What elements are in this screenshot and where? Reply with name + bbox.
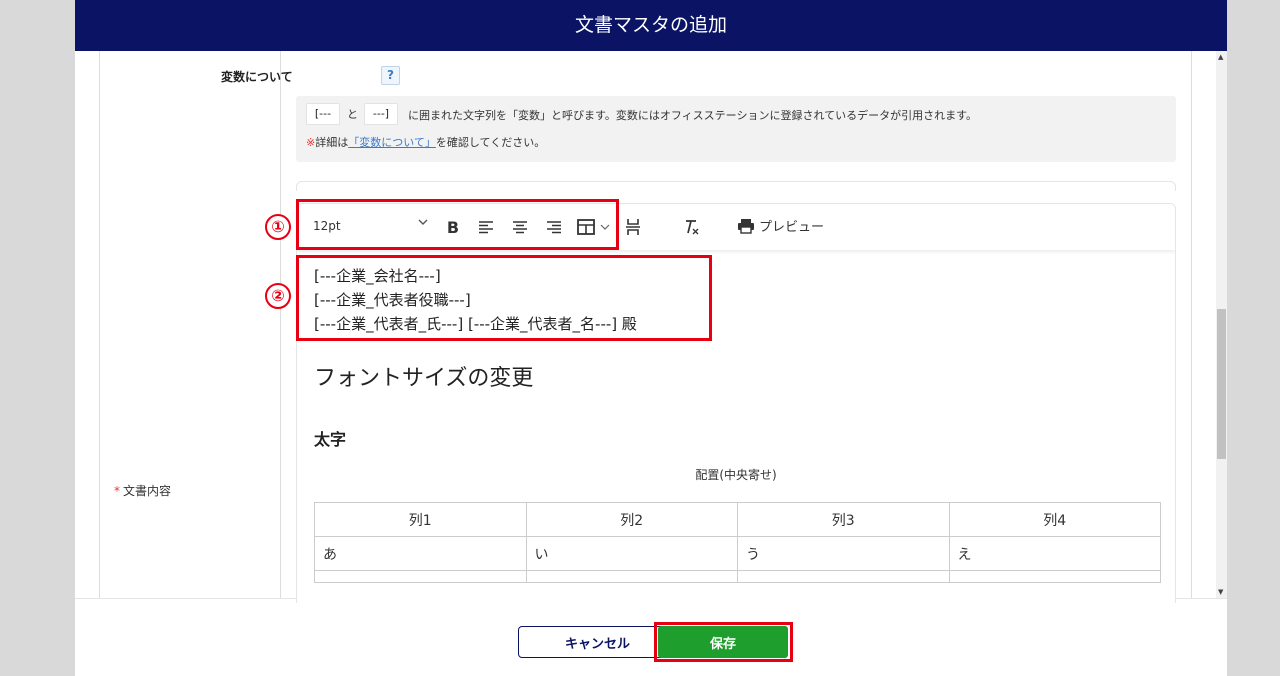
scroll-down-icon[interactable]: ▼ xyxy=(1218,588,1223,596)
page-break-icon[interactable] xyxy=(621,215,645,239)
help-icon[interactable]: ? xyxy=(381,66,400,85)
variables-description: に囲まれた文字列を「変数」と呼びます。変数にはオフィスステーションに登録されてい… xyxy=(408,109,978,122)
centered-text[interactable]: 配置(中央寄せ) xyxy=(297,466,1175,483)
annotation-box-toolbar xyxy=(296,199,619,250)
variables-info-box: [--- と ---] に囲まれた文字列を「変数」と呼びます。変数にはオフィスス… xyxy=(296,96,1176,162)
variables-title: 変数について xyxy=(221,70,293,84)
editor-table[interactable]: 列1 列2 列3 列4 あ い う え xyxy=(314,502,1161,583)
clear-format-icon[interactable] xyxy=(679,215,703,239)
table-cell[interactable]: あ xyxy=(314,536,527,571)
table-header-row: 列1 列2 列3 列4 xyxy=(314,502,1161,537)
table-header-cell[interactable]: 列1 xyxy=(314,502,527,537)
annotation-marker-2: ② xyxy=(265,283,291,309)
table-cell[interactable] xyxy=(314,570,527,583)
and-text: と xyxy=(347,108,358,121)
annotation-box-save xyxy=(654,622,793,662)
annotation-marker-1: ① xyxy=(265,214,291,240)
scroll-up-icon[interactable]: ▲ xyxy=(1218,53,1223,61)
print-icon xyxy=(738,218,754,234)
scroll-thumb[interactable] xyxy=(1217,309,1226,459)
variables-note: ※詳細は「変数について」を確認してください。 xyxy=(306,136,546,149)
token-open: [--- xyxy=(306,103,340,125)
heading-bold[interactable]: 太字 xyxy=(314,426,346,450)
table-cell[interactable]: う xyxy=(737,536,950,571)
table-cell[interactable] xyxy=(737,570,950,583)
table-row: あ い う え xyxy=(314,536,1161,571)
table-cell[interactable]: え xyxy=(948,536,1161,571)
label-column: * 文書内容 xyxy=(100,51,281,598)
modal-footer: キャンセル 保存 xyxy=(75,598,1227,676)
editor-frame xyxy=(296,181,1176,191)
annotation-box-variables xyxy=(296,255,712,341)
preview-button[interactable]: プレビュー xyxy=(737,216,824,235)
table-header-cell[interactable]: 列4 xyxy=(948,502,1161,537)
table-header-cell[interactable]: 列2 xyxy=(525,502,738,537)
table-cell[interactable] xyxy=(948,570,1161,583)
table-row xyxy=(314,570,1161,583)
table-cell[interactable]: い xyxy=(525,536,738,571)
heading-font-size[interactable]: フォントサイズの変更 xyxy=(314,360,533,392)
variables-help-link[interactable]: 「変数について」 xyxy=(348,136,436,149)
required-mark: * xyxy=(114,484,120,498)
document-content-label: * 文書内容 xyxy=(114,484,172,498)
token-close: ---] xyxy=(364,103,398,125)
table-cell[interactable] xyxy=(525,570,738,583)
table-header-cell[interactable]: 列3 xyxy=(737,502,950,537)
modal-title: 文書マスタの追加 xyxy=(75,0,1227,51)
vertical-scrollbar[interactable]: ▲ ▼ xyxy=(1216,51,1227,598)
